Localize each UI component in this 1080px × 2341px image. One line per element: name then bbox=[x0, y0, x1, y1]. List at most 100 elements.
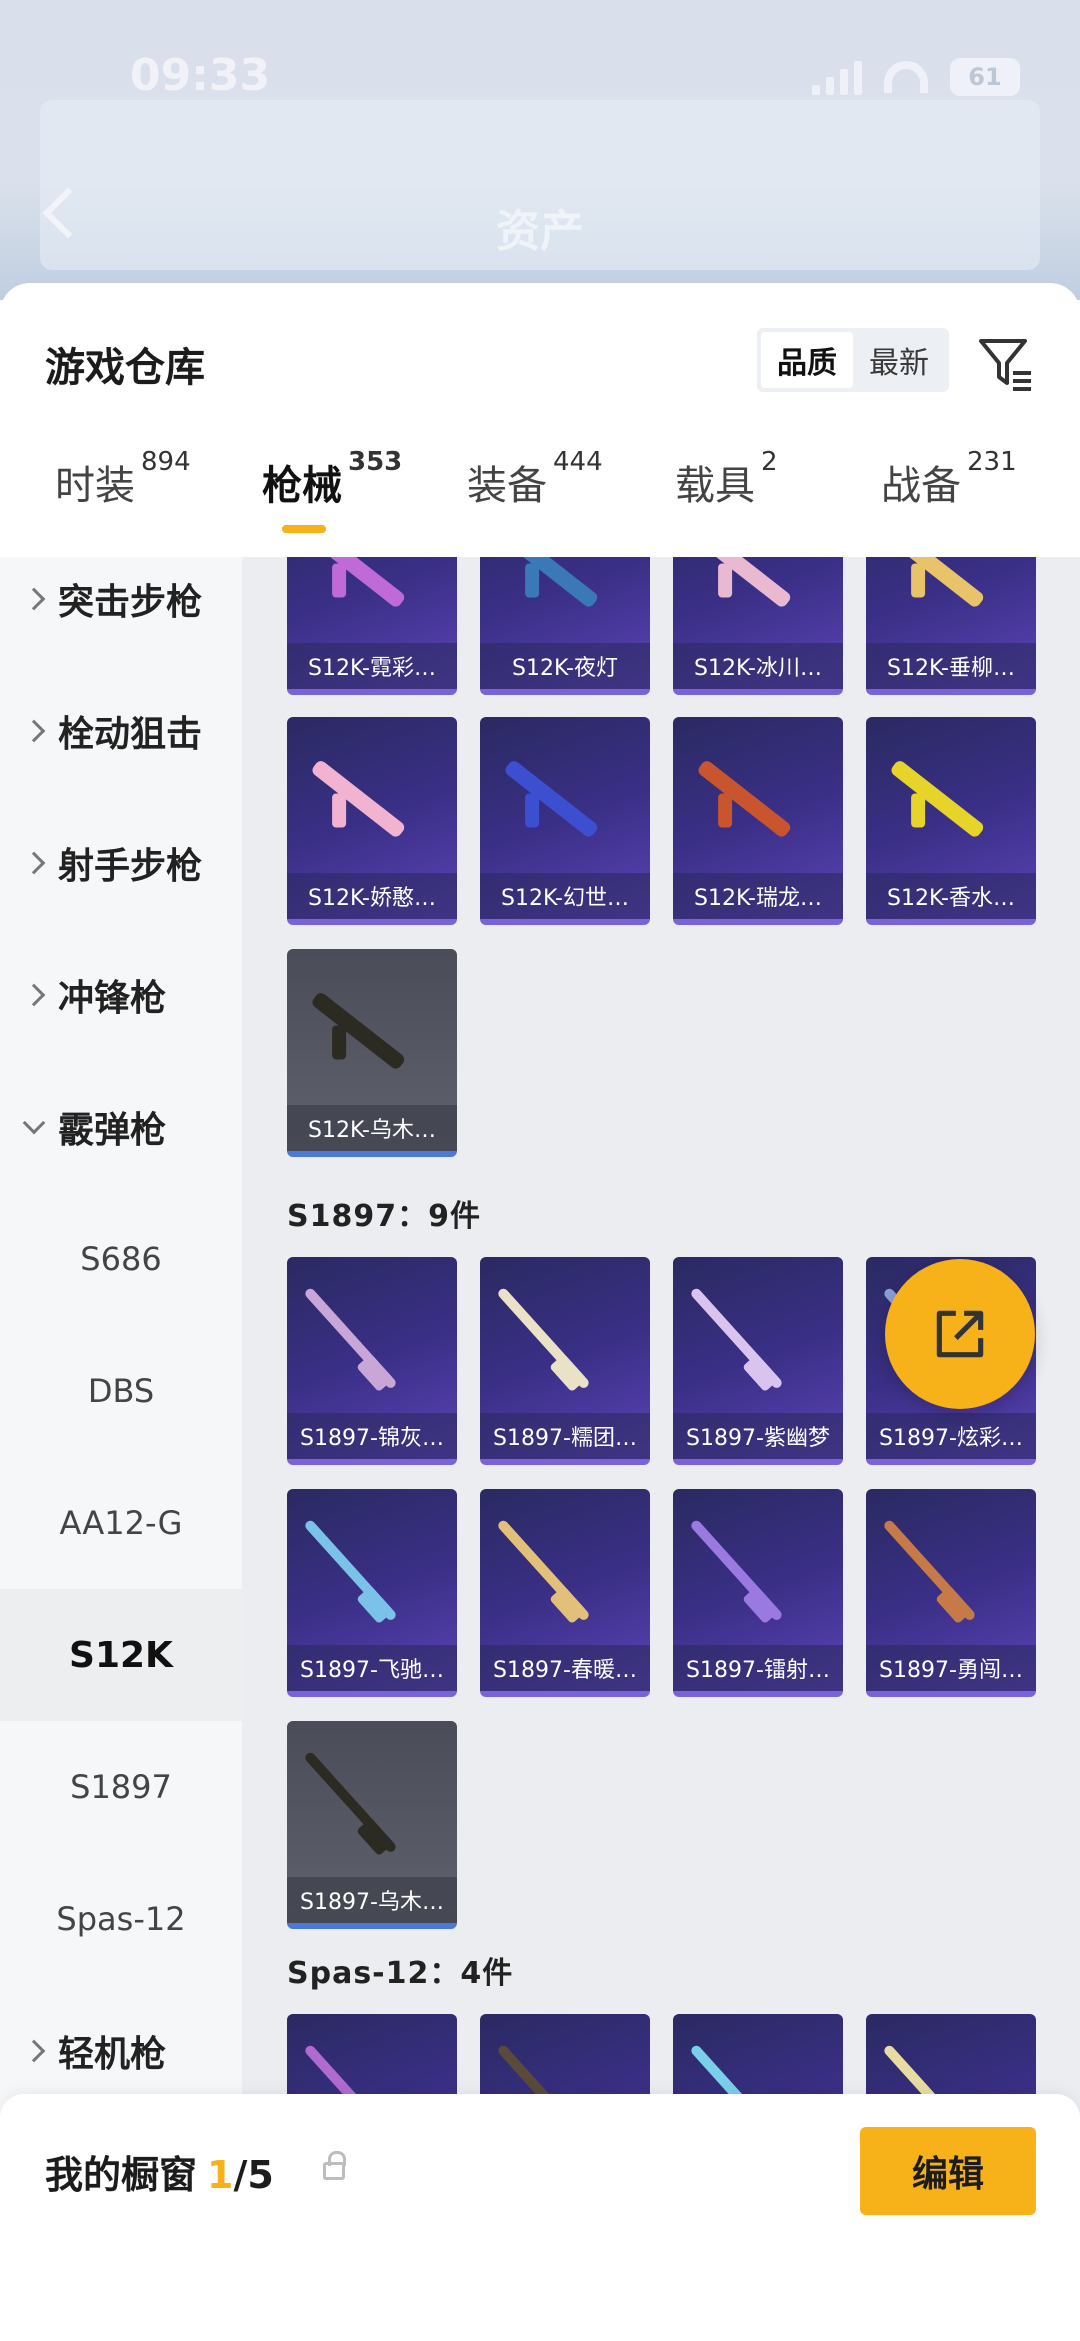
sidebar-sub-s1897[interactable]: S1897 bbox=[0, 1721, 242, 1853]
item-label: S1897-糯团… bbox=[480, 1413, 650, 1459]
item-card[interactable]: S12K-乌木… bbox=[287, 949, 457, 1157]
item-card[interactable]: S1897-勇闯… bbox=[866, 1489, 1036, 1697]
sort-quality-button[interactable]: 品质 bbox=[761, 332, 853, 388]
chevron-right-icon bbox=[22, 719, 46, 743]
item-card[interactable]: S1897-紫幽梦 bbox=[673, 1257, 843, 1465]
gun-icon bbox=[303, 1286, 398, 1390]
chevron-down-icon bbox=[22, 1111, 46, 1135]
item-grid: S12K-霓彩… S12K-夜灯 S12K-冰川… S12K-垂柳… S12K-… bbox=[242, 557, 1080, 2341]
sidebar-sub-aa12g[interactable]: AA12-G bbox=[0, 1457, 242, 1589]
signal-icon bbox=[812, 59, 862, 95]
tab-label: 战备 bbox=[881, 463, 961, 509]
item-card[interactable]: S12K-夜灯 bbox=[480, 557, 650, 695]
sidebar-sub-s12k[interactable]: S12K bbox=[0, 1589, 242, 1721]
item-label: S12K-夜灯 bbox=[480, 643, 650, 689]
gun-icon bbox=[310, 758, 407, 840]
sidebar-item-shotgun[interactable]: 霰弹枪 bbox=[0, 1061, 242, 1193]
edit-button[interactable]: 编辑 bbox=[860, 2127, 1036, 2215]
tab-label: 时装 bbox=[55, 463, 135, 509]
item-label: S1897-春暖… bbox=[480, 1645, 650, 1691]
tab-count: 2 bbox=[761, 447, 778, 477]
gun-icon bbox=[303, 1750, 398, 1854]
sidebar-sub-dbs[interactable]: DBS bbox=[0, 1325, 242, 1457]
item-card[interactable]: S12K-垂柳… bbox=[866, 557, 1036, 695]
sidebar-item-label: 轻机枪 bbox=[58, 2034, 167, 2075]
gun-icon bbox=[310, 990, 407, 1072]
filter-icon[interactable] bbox=[975, 333, 1035, 393]
wifi-icon bbox=[884, 61, 928, 93]
tab-label: 枪械 bbox=[262, 463, 342, 509]
sidebar-item-marksman-rifle[interactable]: 射手步枪 bbox=[0, 797, 242, 929]
item-card[interactable]: S12K-娇憨… bbox=[287, 717, 457, 925]
status-time: 09:33 bbox=[130, 50, 271, 101]
item-card[interactable]: S1897-春暖… bbox=[480, 1489, 650, 1697]
tab-supplies[interactable]: 战备231 bbox=[881, 447, 1017, 511]
item-card[interactable]: S1897-糯团… bbox=[480, 1257, 650, 1465]
item-card[interactable]: S12K-幻世… bbox=[480, 717, 650, 925]
item-card[interactable]: S12K-瑞龙… bbox=[673, 717, 843, 925]
tab-guns[interactable]: 枪械353 bbox=[262, 447, 402, 511]
item-card[interactable]: S12K-香水… bbox=[866, 717, 1036, 925]
tab-count: 444 bbox=[553, 447, 603, 477]
tab-count: 894 bbox=[141, 447, 191, 477]
item-card[interactable]: S1897-锦灰… bbox=[287, 1257, 457, 1465]
showcase-current: 1 bbox=[207, 2153, 234, 2197]
item-label: S1897-锦灰… bbox=[287, 1413, 457, 1459]
item-label: S12K-幻世… bbox=[480, 873, 650, 919]
item-label: S12K-冰川… bbox=[673, 643, 843, 689]
item-card[interactable]: S1897-飞驰… bbox=[287, 1489, 457, 1697]
item-label: S12K-娇憨… bbox=[287, 873, 457, 919]
item-card[interactable]: S12K-冰川… bbox=[673, 557, 843, 695]
sidebar-item-label: 冲锋枪 bbox=[58, 978, 167, 1019]
active-tab-indicator bbox=[282, 525, 326, 533]
gun-icon bbox=[696, 758, 793, 840]
item-card[interactable]: S12K-霓彩… bbox=[287, 557, 457, 695]
gun-icon bbox=[496, 1518, 591, 1622]
sidebar-item-bolt-sniper[interactable]: 栓动狙击 bbox=[0, 665, 242, 797]
tab-label: 载具 bbox=[675, 463, 755, 509]
gun-icon bbox=[696, 557, 793, 610]
item-card[interactable]: S1897-乌木… bbox=[287, 1721, 457, 1929]
sidebar-item-label: 霰弹枪 bbox=[58, 1110, 167, 1151]
gun-icon bbox=[503, 557, 600, 610]
share-icon bbox=[936, 1310, 984, 1358]
sidebar-item-assault-rifle[interactable]: 突击步枪 bbox=[0, 533, 242, 665]
sidebar-item-label: 突击步枪 bbox=[58, 582, 203, 623]
tab-equipment[interactable]: 装备444 bbox=[467, 447, 603, 511]
lock-icon bbox=[323, 2151, 346, 2180]
warehouse-sheet: 游戏仓库 品质 最新 时装894 枪械353 装备444 载具2 战备231 突… bbox=[0, 283, 1080, 2341]
sidebar-item-label: 栓动狙击 bbox=[58, 714, 203, 755]
chevron-right-icon bbox=[22, 983, 46, 1007]
battery-icon: 61 bbox=[950, 58, 1020, 96]
gun-icon bbox=[503, 758, 600, 840]
sort-toggle: 品质 最新 bbox=[757, 328, 949, 392]
background-header: 09:33 61 资产 bbox=[0, 0, 1080, 300]
background-title: 资产 bbox=[496, 206, 584, 257]
item-label: S1897-紫幽梦 bbox=[673, 1413, 843, 1459]
share-button[interactable] bbox=[885, 1259, 1035, 1409]
showcase-total: /5 bbox=[233, 2153, 274, 2197]
sort-newest-button[interactable]: 最新 bbox=[853, 332, 945, 388]
item-label: S12K-乌木… bbox=[287, 1105, 457, 1151]
chevron-right-icon bbox=[22, 587, 46, 611]
gun-icon bbox=[310, 557, 407, 610]
item-card[interactable]: S1897-镭射… bbox=[673, 1489, 843, 1697]
item-label: S12K-垂柳… bbox=[866, 643, 1036, 689]
item-label: S1897-飞驰… bbox=[287, 1645, 457, 1691]
sidebar-sub-s686[interactable]: S686 bbox=[0, 1193, 242, 1325]
sidebar-sub-spas12[interactable]: Spas-12 bbox=[0, 1853, 242, 1985]
showcase-title: 我的橱窗 bbox=[45, 2153, 198, 2197]
gun-icon bbox=[303, 1518, 398, 1622]
sidebar: 突击步枪 栓动狙击 射手步枪 冲锋枪 霰弹枪 S686 DBS AA12-G S… bbox=[0, 557, 242, 2341]
section-header-spas12: Spas-12：4件 bbox=[287, 1956, 514, 1991]
tab-vehicles[interactable]: 载具2 bbox=[675, 447, 778, 511]
gun-icon bbox=[889, 758, 986, 840]
gun-icon bbox=[496, 1286, 591, 1390]
sidebar-item-smg[interactable]: 冲锋枪 bbox=[0, 929, 242, 1061]
item-label: S1897-乌木… bbox=[287, 1877, 457, 1923]
showcase-label: 我的橱窗 1/5 bbox=[45, 2144, 274, 2199]
tab-fashion[interactable]: 时装894 bbox=[55, 447, 191, 511]
item-label: S12K-瑞龙… bbox=[673, 873, 843, 919]
gun-icon bbox=[689, 1286, 784, 1390]
chevron-right-icon bbox=[22, 851, 46, 875]
